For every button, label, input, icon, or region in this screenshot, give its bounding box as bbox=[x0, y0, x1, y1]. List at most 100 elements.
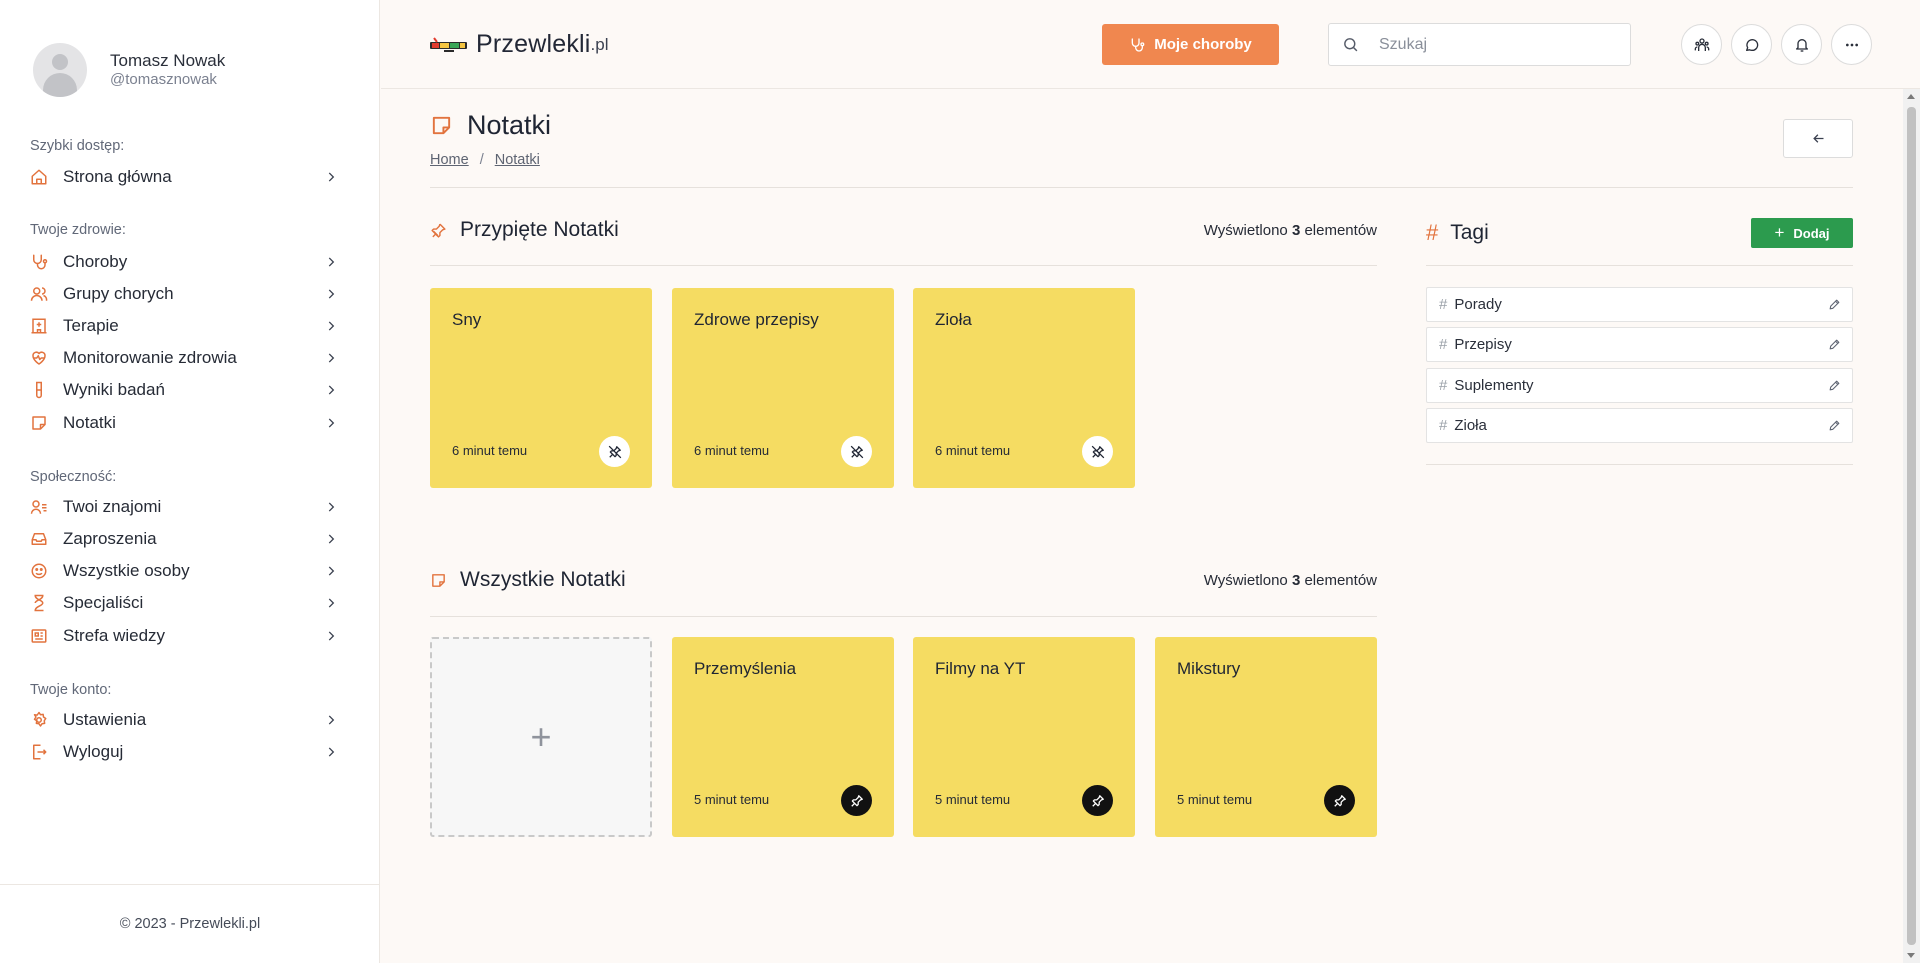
pin-button[interactable] bbox=[841, 785, 872, 816]
note-title: Przemyślenia bbox=[694, 659, 797, 678]
user-list-icon bbox=[30, 498, 48, 516]
sidebar-item-label: Wszystkie osoby bbox=[63, 561, 190, 580]
note-card[interactable]: Zioła 6 minut temu bbox=[913, 288, 1135, 488]
pencil-icon[interactable] bbox=[1828, 338, 1841, 351]
chevron-right-icon bbox=[324, 564, 338, 578]
pin-button[interactable] bbox=[1324, 785, 1355, 816]
scroll-down-icon[interactable] bbox=[1907, 953, 1915, 958]
user-profile[interactable]: Tomasz Nowak @tomasznowak bbox=[33, 43, 225, 97]
pinned-notes-count: Wyświetlono 3 elementów bbox=[1203, 221, 1377, 239]
sidebar-item-label: Zaproszenia bbox=[63, 529, 157, 548]
sidebar-item-label: Monitorowanie zdrowia bbox=[63, 348, 237, 367]
bell-icon bbox=[1795, 38, 1808, 52]
note-title: Filmy na YT bbox=[935, 659, 1026, 678]
sidebar-item-diseases[interactable]: Choroby bbox=[30, 249, 340, 275]
community-button[interactable] bbox=[1681, 24, 1722, 65]
pencil-icon[interactable] bbox=[1828, 379, 1841, 392]
nav-heading-community: Społeczność: bbox=[30, 469, 117, 485]
back-button[interactable] bbox=[1783, 119, 1853, 158]
sidebar-item-label: Terapie bbox=[63, 316, 119, 335]
divider bbox=[430, 265, 1377, 266]
sidebar-footer: © 2023 - Przewlekli.pl bbox=[0, 884, 380, 963]
arrow-left-icon bbox=[1812, 134, 1823, 143]
tag-item[interactable]: # Porady bbox=[1426, 287, 1853, 322]
note-icon bbox=[430, 572, 447, 589]
note-time: 6 minut temu bbox=[694, 443, 770, 458]
logo[interactable]: Przewlekli .pl bbox=[430, 30, 609, 59]
sidebar-item-health-monitoring[interactable]: Monitorowanie zdrowia bbox=[30, 345, 340, 371]
nav-heading-quick-access: Szybki dostęp: bbox=[30, 138, 125, 154]
breadcrumb-home[interactable]: Home bbox=[430, 152, 469, 168]
breadcrumb-separator: / bbox=[479, 152, 484, 168]
sidebar-item-home[interactable]: Strona główna bbox=[30, 164, 340, 190]
community-icon bbox=[1694, 37, 1709, 51]
scrollbar-thumb[interactable] bbox=[1907, 107, 1916, 945]
note-card[interactable]: Filmy na YT 5 minut temu bbox=[913, 637, 1135, 837]
logout-icon bbox=[30, 743, 48, 761]
chat-button[interactable] bbox=[1731, 24, 1772, 65]
chevron-right-icon bbox=[324, 170, 338, 184]
page-title: Notatki bbox=[430, 110, 551, 141]
avatar[interactable] bbox=[33, 43, 87, 97]
note-icon bbox=[30, 414, 48, 432]
add-note-button[interactable]: + bbox=[430, 637, 652, 837]
more-button[interactable] bbox=[1831, 24, 1872, 65]
scroll-up-icon[interactable] bbox=[1907, 94, 1915, 99]
unpin-button[interactable] bbox=[599, 436, 630, 467]
pinned-notes-title: Przypięte Notatki bbox=[460, 218, 619, 241]
unpin-icon bbox=[608, 445, 621, 458]
tag-item[interactable]: # Przepisy bbox=[1426, 327, 1853, 362]
note-title: Sny bbox=[452, 310, 482, 329]
top-bar: Przewlekli .pl Moje choroby bbox=[381, 0, 1920, 89]
chevron-right-icon bbox=[324, 713, 338, 727]
note-card[interactable]: Przemyślenia 5 minut temu bbox=[672, 637, 894, 837]
chevron-right-icon bbox=[324, 351, 338, 365]
divider bbox=[430, 187, 1853, 188]
sidebar-item-settings[interactable]: Ustawienia bbox=[30, 707, 340, 733]
sidebar-item-knowledge-zone[interactable]: Strefa wiedzy bbox=[30, 623, 340, 649]
unpin-button[interactable] bbox=[1082, 436, 1113, 467]
sidebar-item-label: Notatki bbox=[63, 413, 116, 432]
sidebar-item-label: Strona główna bbox=[63, 167, 172, 186]
sidebar-item-notes[interactable]: Notatki bbox=[30, 410, 340, 436]
note-card[interactable]: Mikstury 5 minut temu bbox=[1155, 637, 1377, 837]
add-tag-button[interactable]: + Dodaj bbox=[1751, 218, 1853, 248]
sidebar-item-label: Grupy chorych bbox=[63, 284, 174, 303]
sidebar-item-label: Wyniki badań bbox=[63, 380, 165, 399]
sidebar-item-specialists[interactable]: Specjaliści bbox=[30, 590, 340, 616]
chevron-right-icon bbox=[324, 745, 338, 759]
my-diseases-button[interactable]: Moje choroby bbox=[1102, 24, 1279, 65]
stethoscope-icon bbox=[30, 253, 48, 271]
notifications-button[interactable] bbox=[1781, 24, 1822, 65]
pin-button[interactable] bbox=[1082, 785, 1113, 816]
chevron-right-icon bbox=[324, 500, 338, 514]
hash-icon: # bbox=[1439, 296, 1448, 313]
sidebar-item-friends[interactable]: Twoi znajomi bbox=[30, 494, 340, 520]
unpin-button[interactable] bbox=[841, 436, 872, 467]
sidebar: Tomasz Nowak @tomasznowak Szybki dostęp:… bbox=[0, 0, 380, 963]
note-card[interactable]: Zdrowe przepisy 6 minut temu bbox=[672, 288, 894, 488]
pencil-icon[interactable] bbox=[1828, 419, 1841, 432]
sidebar-item-label: Ustawienia bbox=[63, 710, 147, 729]
sidebar-item-all-people[interactable]: Wszystkie osoby bbox=[30, 558, 340, 584]
tag-item[interactable]: # Suplementy bbox=[1426, 368, 1853, 403]
smiley-icon bbox=[30, 562, 48, 580]
search-input[interactable] bbox=[1379, 35, 1619, 54]
tag-item[interactable]: # Zioła bbox=[1426, 408, 1853, 443]
logo-tld: .pl bbox=[590, 34, 609, 54]
plus-icon: + bbox=[1774, 223, 1785, 242]
note-card[interactable]: Sny 6 minut temu bbox=[430, 288, 652, 488]
note-time: 6 minut temu bbox=[935, 443, 1011, 458]
scrollbar[interactable] bbox=[1903, 89, 1920, 963]
all-notes-header: Wszystkie Notatki Wyświetlono 3 elementó… bbox=[430, 568, 1377, 592]
sidebar-item-therapies[interactable]: Terapie bbox=[30, 313, 340, 339]
pencil-icon[interactable] bbox=[1828, 298, 1841, 311]
tag-label: Porady bbox=[1454, 296, 1502, 313]
search-box[interactable] bbox=[1328, 23, 1631, 66]
sidebar-item-test-results[interactable]: Wyniki badań bbox=[30, 377, 340, 403]
sidebar-item-logout[interactable]: Wyloguj bbox=[30, 739, 340, 765]
sidebar-item-invitations[interactable]: Zaproszenia bbox=[30, 526, 340, 552]
breadcrumb-current[interactable]: Notatki bbox=[495, 152, 540, 168]
note-icon bbox=[432, 116, 451, 135]
sidebar-item-patient-groups[interactable]: Grupy chorych bbox=[30, 281, 340, 307]
